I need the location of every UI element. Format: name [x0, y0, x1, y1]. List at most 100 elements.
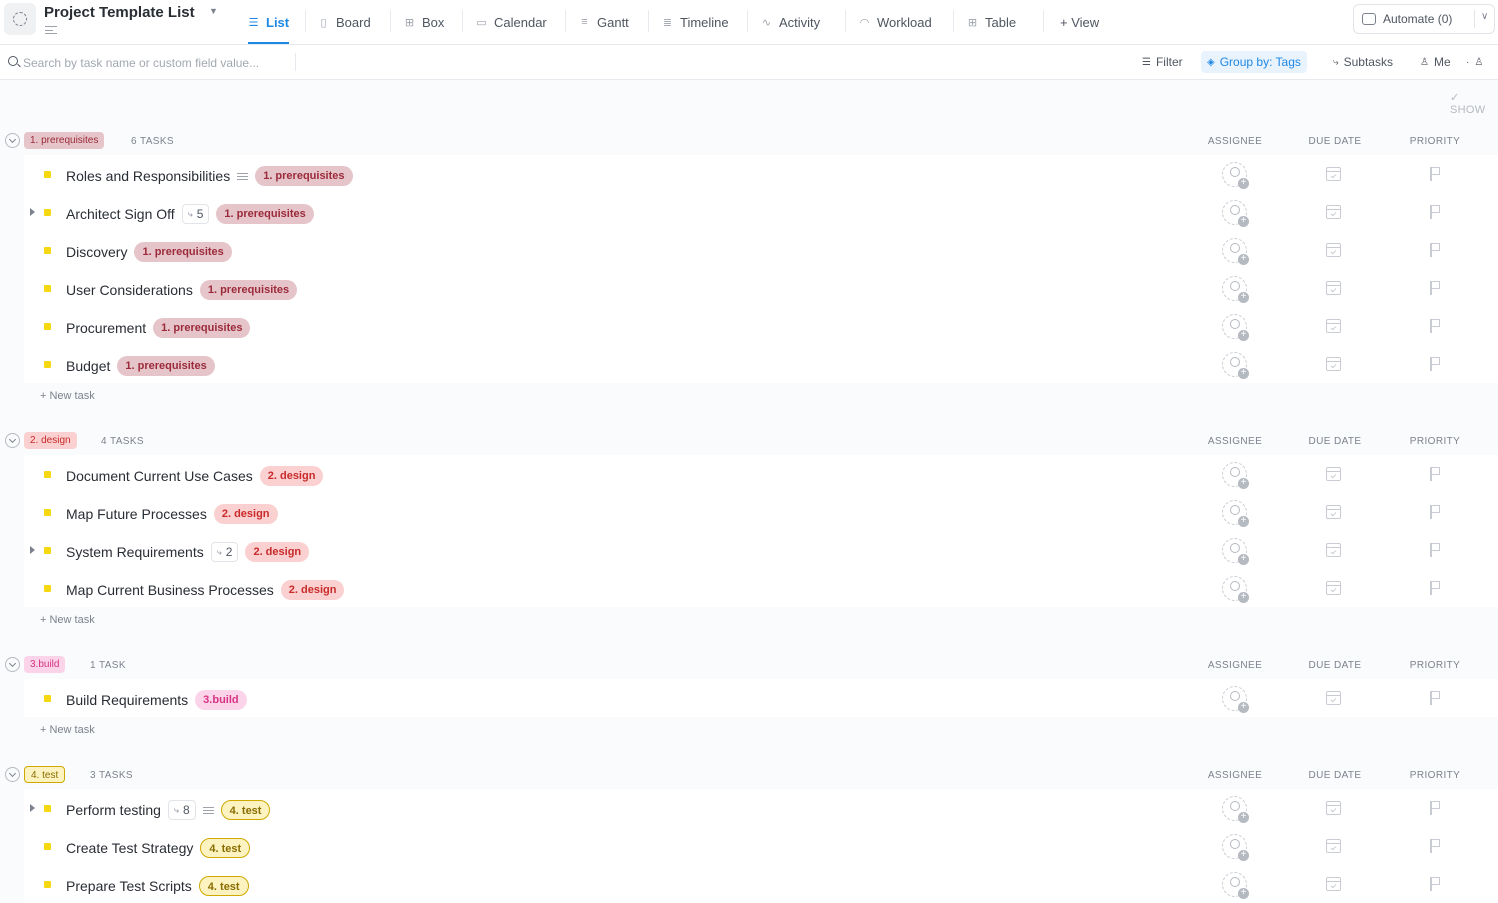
task-row[interactable]: Procurement 1. prerequisites — [24, 307, 1498, 345]
task-row[interactable]: System Requirements ⤷ 2 2. design — [24, 531, 1498, 569]
priority-flag-icon[interactable] — [1430, 581, 1440, 595]
task-tag[interactable]: 1. prerequisites — [255, 166, 353, 186]
due-date-icon[interactable] — [1326, 543, 1341, 557]
priority-flag-icon[interactable] — [1430, 205, 1440, 219]
add-assignee-icon[interactable] — [1222, 796, 1249, 823]
due-date-icon[interactable] — [1326, 877, 1341, 891]
add-assignee-icon[interactable] — [1222, 576, 1249, 603]
task-name[interactable]: Create Test Strategy — [66, 840, 193, 856]
add-assignee-icon[interactable] — [1222, 238, 1249, 265]
priority-flag-icon[interactable] — [1430, 167, 1440, 181]
status-square[interactable] — [44, 695, 51, 702]
task-name[interactable]: System Requirements — [66, 544, 204, 560]
task-row[interactable]: Document Current Use Cases 2. design — [24, 455, 1498, 493]
task-tag[interactable]: 4. test — [200, 838, 251, 858]
subtask-count[interactable]: ⤷ 8 — [167, 800, 196, 820]
task-tag[interactable]: 2. design — [280, 580, 345, 600]
add-assignee-icon[interactable] — [1222, 276, 1249, 303]
task-row[interactable]: Map Current Business Processes 2. design — [24, 569, 1498, 607]
due-date-icon[interactable] — [1326, 801, 1341, 815]
task-name[interactable]: Discovery — [66, 244, 127, 260]
add-assignee-icon[interactable] — [1222, 538, 1249, 565]
task-row[interactable]: Map Future Processes 2. design — [24, 493, 1498, 531]
new-task-button[interactable]: + New task — [40, 614, 95, 626]
show-button[interactable]: ✓ SHOW — [1450, 91, 1498, 116]
task-row[interactable]: Build Requirements 3.build — [24, 679, 1498, 717]
chevron-down-icon[interactable]: ∨ — [1481, 11, 1488, 22]
due-date-icon[interactable] — [1326, 205, 1341, 219]
due-date-icon[interactable] — [1326, 467, 1341, 481]
group-tag[interactable]: 1. prerequisites — [24, 132, 105, 149]
status-square[interactable] — [44, 171, 51, 178]
task-name[interactable]: Build Requirements — [66, 692, 188, 708]
status-square[interactable] — [44, 209, 51, 216]
task-tag[interactable]: 2. design — [259, 466, 324, 486]
status-square[interactable] — [44, 361, 51, 368]
tab-calendar[interactable]: ▭ Calendar — [476, 0, 546, 44]
status-square[interactable] — [44, 285, 51, 292]
column-header-priority[interactable]: PRIORITY — [1385, 136, 1485, 147]
task-row[interactable]: Perform testing ⤷ 8 4. test — [24, 789, 1498, 827]
group-tag[interactable]: 2. design — [24, 432, 77, 449]
tab-table[interactable]: ⊞ Table — [967, 0, 1016, 44]
collapse-icon[interactable] — [5, 133, 20, 148]
chevron-down-icon[interactable]: ▼ — [209, 6, 218, 16]
add-assignee-icon[interactable] — [1222, 200, 1249, 227]
priority-flag-icon[interactable] — [1430, 691, 1440, 705]
expand-subtasks-icon[interactable] — [30, 546, 35, 554]
group-by-button[interactable]: ◈ Group by: Tags — [1201, 51, 1307, 73]
priority-flag-icon[interactable] — [1430, 243, 1440, 257]
task-name[interactable]: Prepare Test Scripts — [66, 878, 192, 894]
priority-flag-icon[interactable] — [1430, 877, 1440, 891]
collapse-icon[interactable] — [5, 657, 20, 672]
task-name[interactable]: User Considerations — [66, 282, 193, 298]
tab-board[interactable]: ▯ Board — [318, 0, 370, 44]
column-header-priority[interactable]: PRIORITY — [1385, 436, 1485, 447]
collapse-icon[interactable] — [5, 433, 20, 448]
due-date-icon[interactable] — [1326, 319, 1341, 333]
status-square[interactable] — [44, 547, 51, 554]
column-header-assignee[interactable]: ASSIGNEE — [1185, 770, 1285, 781]
status-square[interactable] — [44, 585, 51, 592]
task-tag[interactable]: 1. prerequisites — [216, 204, 314, 224]
tab-list[interactable]: ☰ List — [248, 0, 290, 44]
task-row[interactable]: Architect Sign Off ⤷ 5 1. prerequisites — [24, 193, 1498, 231]
priority-flag-icon[interactable] — [1430, 319, 1440, 333]
tab-timeline[interactable]: ≣ Timeline — [662, 0, 729, 44]
status-square[interactable] — [44, 323, 51, 330]
status-square[interactable] — [44, 805, 51, 812]
description-icon[interactable] — [45, 26, 57, 34]
me-filter-button[interactable]: ♙ Me — [1414, 51, 1457, 73]
task-name[interactable]: Map Current Business Processes — [66, 582, 274, 598]
add-assignee-icon[interactable] — [1222, 352, 1249, 379]
due-date-icon[interactable] — [1326, 167, 1341, 181]
collapse-icon[interactable] — [5, 767, 20, 782]
add-assignee-icon[interactable] — [1222, 314, 1249, 341]
task-tag[interactable]: 2. design — [213, 504, 278, 524]
column-header-due-date[interactable]: DUE DATE — [1285, 660, 1385, 671]
task-row[interactable]: User Considerations 1. prerequisites — [24, 269, 1498, 307]
subtasks-button[interactable]: ⤷ Subtasks — [1327, 51, 1399, 73]
due-date-icon[interactable] — [1326, 505, 1341, 519]
project-title[interactable]: Project Template List — [44, 4, 195, 21]
tab-workload[interactable]: ◠ Workload — [859, 0, 932, 44]
column-header-due-date[interactable]: DUE DATE — [1285, 770, 1385, 781]
priority-flag-icon[interactable] — [1430, 467, 1440, 481]
due-date-icon[interactable] — [1326, 691, 1341, 705]
task-tag[interactable]: 3.build — [195, 690, 247, 710]
tab-box[interactable]: ⊞ Box — [404, 0, 445, 44]
add-assignee-icon[interactable] — [1222, 872, 1249, 899]
task-name[interactable]: Perform testing — [66, 802, 161, 818]
due-date-icon[interactable] — [1326, 581, 1341, 595]
task-tag[interactable]: 1. prerequisites — [134, 242, 232, 262]
task-row[interactable]: Budget 1. prerequisites — [24, 345, 1498, 383]
priority-flag-icon[interactable] — [1430, 505, 1440, 519]
task-name[interactable]: Document Current Use Cases — [66, 468, 253, 484]
add-assignee-icon[interactable] — [1222, 834, 1249, 861]
add-assignee-icon[interactable] — [1222, 462, 1249, 489]
task-name[interactable]: Procurement — [66, 320, 146, 336]
due-date-icon[interactable] — [1326, 839, 1341, 853]
column-header-due-date[interactable]: DUE DATE — [1285, 136, 1385, 147]
expand-subtasks-icon[interactable] — [30, 208, 35, 216]
task-tag[interactable]: 1. prerequisites — [153, 318, 251, 338]
